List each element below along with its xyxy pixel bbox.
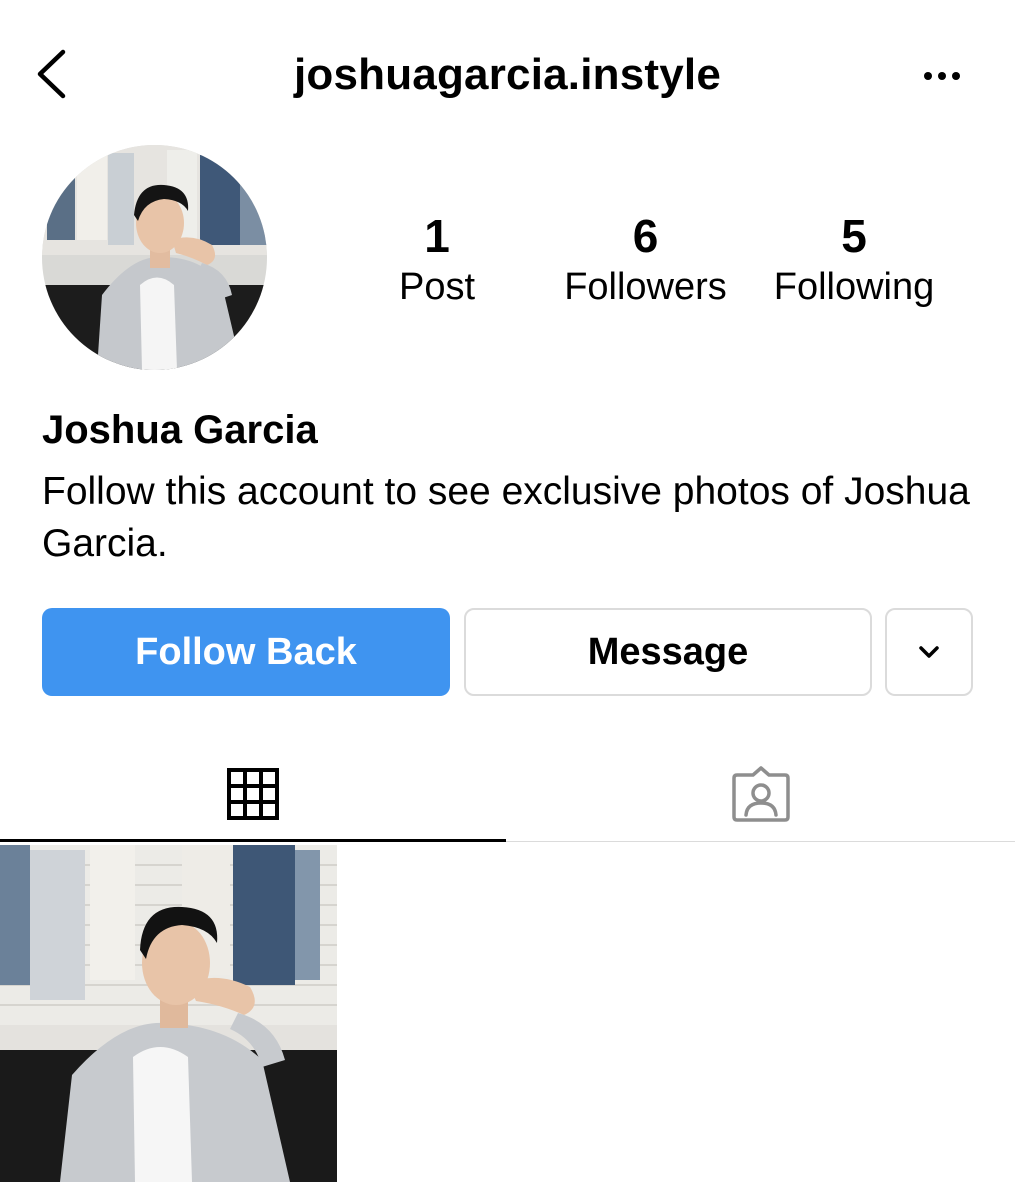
chevron-down-icon xyxy=(919,646,939,658)
followers-label: Followers xyxy=(564,266,727,308)
tab-divider xyxy=(506,841,1015,842)
posts-count-stat[interactable]: 1 Post xyxy=(377,208,497,310)
post-photo xyxy=(0,845,337,1182)
follow-back-button[interactable]: Follow Back xyxy=(42,608,450,696)
post-thumbnail[interactable] xyxy=(0,845,337,1182)
tab-tagged[interactable] xyxy=(506,745,1015,843)
posts-label: Post xyxy=(398,266,476,308)
following-label: Following xyxy=(773,266,935,308)
avatar-photo xyxy=(42,145,267,370)
following-count: 5 xyxy=(841,210,867,262)
tagged-person-icon xyxy=(731,766,790,822)
message-button[interactable]: Message xyxy=(464,608,872,696)
posts-count: 1 xyxy=(424,210,450,262)
tab-posts-grid[interactable] xyxy=(0,745,506,843)
followers-count: 6 xyxy=(632,210,659,262)
profile-full-name: Joshua Garcia xyxy=(42,408,318,452)
suggested-accounts-dropdown-button[interactable] xyxy=(885,608,973,696)
more-options-button[interactable] xyxy=(918,58,968,94)
followers-count-stat[interactable]: 6 Followers xyxy=(548,208,743,310)
ellipsis-icon xyxy=(924,72,960,80)
following-count-stat[interactable]: 5 Following xyxy=(758,208,950,310)
active-tab-indicator xyxy=(0,839,506,842)
profile-bio: Follow this account to see exclusive pho… xyxy=(42,470,970,565)
profile-avatar[interactable] xyxy=(42,145,267,370)
grid-icon xyxy=(227,768,279,820)
profile-page: joshuagarcia.instyle 1 Post 6 Followers … xyxy=(0,0,1015,1200)
profile-username: joshuagarcia.instyle xyxy=(293,50,722,99)
